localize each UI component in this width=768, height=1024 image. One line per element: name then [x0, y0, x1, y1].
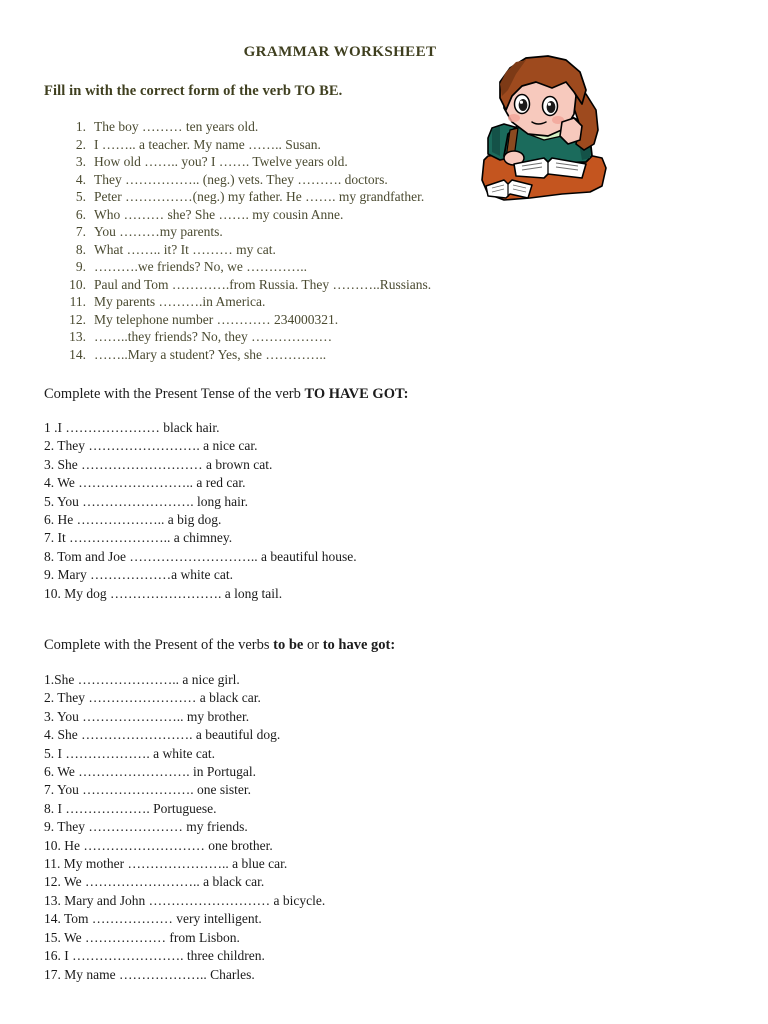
section-3-heading-bold-2: to have got: [322, 637, 396, 653]
list-item: 6. We ……………………. in Portugal. [44, 764, 257, 780]
list-item: 15. We ……………… from Lisbon. [44, 929, 240, 945]
list-item-text: How old …….. you? I ……. Twelve years old… [94, 154, 348, 169]
list-item: 7. It ………………….. a chimney. [44, 530, 233, 546]
list-item: 14. Tom ……………… very intelligent. [44, 911, 262, 927]
list-item-text: Paul and Tom ………….from Russia. They ……….… [94, 276, 432, 292]
list-item-number: 10. [69, 276, 86, 292]
list-item-number: 13. [69, 329, 86, 344]
list-item: 9. ……….we friends? No, we ………….. [62, 258, 482, 276]
list-item: 10. He ……………………… one brother. [44, 837, 273, 853]
list-item: 11. My mother ………………….. a blue car. [44, 856, 288, 872]
list-item-number: 6. [75, 206, 86, 222]
list-item: 12. My telephone number ………… 234000321. [62, 311, 482, 329]
list-item: 8. Tom and Joe ……………………….. a beautiful h… [44, 548, 357, 564]
list-item: 6. Who ……… she? She ……. my cousin Anne. [62, 206, 482, 224]
list-item-number: 4. [75, 171, 86, 187]
list-item-number: 14. [69, 346, 86, 362]
list-item-text: ……..they friends? No, they ……………… [94, 329, 333, 344]
section-3-heading-plain-1: Complete with the Present of the verbs [44, 637, 274, 653]
list-item: 2. I …….. a teacher. My name …….. Susan. [62, 136, 482, 154]
student-girl-reading-clipart [470, 52, 620, 222]
worksheet-page: GRAMMAR WORKSHEET Fill in with the corre… [0, 0, 768, 1024]
list-item-number: 11. [69, 294, 86, 309]
list-item: 7. You ……………………. one sister. [44, 782, 252, 798]
list-item: 4. We …………………….. a red car. [44, 475, 246, 491]
section-3-heading-bold-1: to be [273, 637, 304, 653]
list-item: 2. They …………………… a black car. [44, 690, 261, 706]
list-item: 3. She ……………………… a brown cat. [44, 456, 273, 472]
list-item: 5. You ……………………. long hair. [44, 493, 249, 509]
list-item-text: Peter ……………(neg.) my father. He ……. my g… [94, 189, 425, 204]
list-item-text: ……..Mary a student? Yes, she ………….. [94, 346, 327, 362]
section-2-heading: Complete with the Present Tense of the v… [44, 386, 408, 403]
list-item: 16. I ……………………. three children. [44, 948, 265, 964]
list-item: 10. Paul and Tom ………….from Russia. They …… [62, 276, 482, 294]
section-1-list: 1. The boy ……… ten years old. 2. I …….. a t… [62, 118, 482, 363]
section-3-list: 1.She ………………….. a nice girl. 2. They …………… [44, 671, 474, 984]
list-item: 4. They …………….. (neg.) vets. They ………. do… [62, 171, 482, 189]
right-hand [559, 117, 583, 145]
list-item: 8. I ………………. Portuguese. [44, 800, 217, 816]
list-item: 5. Peter ……………(neg.) my father. He ……. my… [62, 188, 482, 206]
list-item: 1 .I ………………… black hair. [44, 420, 220, 435]
list-item: 4. She ……………………. a beautiful dog. [44, 727, 281, 743]
section-1-heading: Fill in with the correct form of the ver… [44, 83, 343, 99]
list-item: 10. My dog ……………………. a long tail. [44, 585, 283, 601]
list-item-text: What …….. it? It ……… my cat. [94, 241, 276, 257]
list-item: 3. How old …….. you? I ……. Twelve years o… [62, 153, 482, 171]
list-item: 5. I ………………. a white cat. [44, 745, 215, 761]
list-item: 9. They ………………… my friends. [44, 819, 248, 835]
list-item: 8. What …….. it? It ……… my cat. [62, 241, 482, 259]
list-item-text: Who ……… she? She ……. my cousin Anne. [94, 206, 344, 222]
list-item: 14. ……..Mary a student? Yes, she ………….. [62, 346, 482, 364]
section-3-heading-plain-2: or [303, 637, 323, 653]
section-2-list: 1 .I ………………… black hair. 2. They ……………………… [44, 419, 474, 603]
list-item: 1. The boy ……… ten years old. [62, 118, 482, 136]
list-item: 3. You ………………….. my brother. [44, 708, 250, 724]
list-item-text: I …….. a teacher. My name …….. Susan. [94, 136, 321, 152]
list-item: 1.She ………………….. a nice girl. [44, 672, 240, 687]
list-item-text: They …………….. (neg.) vets. They ………. doct… [94, 171, 388, 187]
list-item: 9. Mary ………………a white cat. [44, 567, 233, 583]
list-item: 13. Mary and John ……………………… a bicycle. [44, 892, 326, 908]
list-item: 2. They ……………………. a nice car. [44, 438, 258, 454]
list-item-number: 7. [75, 224, 86, 239]
list-item-number: 3. [75, 154, 86, 169]
list-item-number: 8. [75, 241, 86, 257]
list-item: 6. He ……………….. a big dog. [44, 512, 222, 528]
section-2-heading-plain: Complete with the Present Tense of the v… [44, 386, 305, 402]
list-item: 7. You ………my parents. [62, 223, 482, 241]
list-item: 11. My parents ……….in America. [62, 293, 482, 311]
list-item-text: My parents ……….in America. [94, 294, 266, 309]
list-item: 12. We …………………….. a black car. [44, 874, 265, 890]
list-item: 17. My name ……………….. Charles. [44, 966, 255, 982]
list-item-text: The boy ……… ten years old. [94, 119, 259, 134]
list-item-number: 2. [75, 136, 86, 152]
section-2-heading-bold: TO HAVE GOT: [304, 386, 409, 402]
list-item-number: 12. [69, 311, 86, 327]
section-3-heading: Complete with the Present of the verbs t… [44, 637, 395, 654]
list-item-text: You ………my parents. [94, 224, 223, 239]
list-item-number: 5. [75, 189, 86, 204]
list-item-number: 9. [75, 259, 86, 274]
list-item-text: ……….we friends? No, we ………….. [94, 259, 307, 274]
list-item: 13. ……..they friends? No, they ……………… [62, 328, 482, 346]
list-item-text: My telephone number ………… 234000321. [94, 311, 339, 327]
list-item-number: 1. [75, 119, 86, 134]
